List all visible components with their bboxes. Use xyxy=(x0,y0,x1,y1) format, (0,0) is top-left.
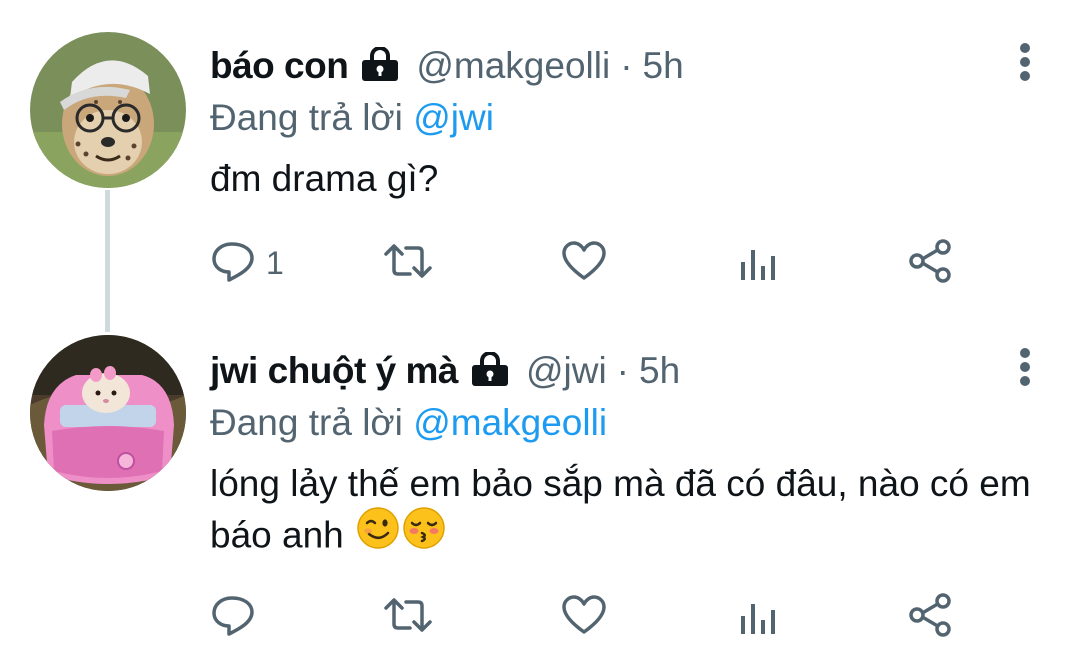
lock-icon xyxy=(470,350,510,395)
tweet-header: jwi chuột ý mà @jwi · 5h xyxy=(210,345,1040,397)
retweet-icon xyxy=(382,238,434,289)
reply-context: Đang trả lời @makgeolli xyxy=(210,397,1040,449)
share-button[interactable] xyxy=(907,592,953,642)
tweet-header: báo con @makgeolli · 5h xyxy=(210,40,1040,92)
views-button[interactable] xyxy=(738,238,778,288)
tweet-text: lóng lảy thế em bảo sắp mà đã có đâu, nà… xyxy=(210,459,1040,566)
reply-count: 1 xyxy=(266,244,284,281)
tweet-content: jwi chuột ý mà @jwi · 5h Đang trả lời @m… xyxy=(210,345,1040,566)
display-name[interactable]: jwi chuột ý mà xyxy=(210,350,458,392)
share-button[interactable] xyxy=(907,238,953,288)
reply-button[interactable] xyxy=(210,592,266,642)
reply-button[interactable]: 1 xyxy=(210,238,284,288)
like-button[interactable] xyxy=(560,238,608,288)
retweet-icon xyxy=(382,592,434,643)
tweet[interactable]: báo con @makgeolli · 5h Đang trả lời @jw… xyxy=(0,0,1080,332)
lock-icon xyxy=(360,45,400,90)
more-vertical-icon[interactable] xyxy=(1018,42,1032,87)
timestamp[interactable]: 5h xyxy=(639,350,680,392)
reply-icon xyxy=(210,592,256,643)
action-bar: 1 xyxy=(210,238,970,288)
tweet[interactable]: jwi chuột ý mà @jwi · 5h Đang trả lời @m… xyxy=(0,330,1080,646)
display-name[interactable]: báo con xyxy=(210,45,349,87)
like-button[interactable] xyxy=(560,592,608,642)
more-vertical-icon[interactable] xyxy=(1018,347,1032,392)
handle[interactable]: @jwi xyxy=(526,350,607,392)
avatar[interactable] xyxy=(30,32,186,188)
action-bar xyxy=(210,592,970,642)
timestamp[interactable]: 5h xyxy=(643,45,684,87)
like-icon xyxy=(560,238,608,289)
reply-prefix: Đang trả lời xyxy=(210,402,403,443)
tweet-text-body: lóng lảy thế em bảo sắp mà đã có đâu, nà… xyxy=(210,463,1031,556)
thread-connector xyxy=(105,190,110,332)
handle[interactable]: @makgeolli xyxy=(416,45,610,87)
tweet-text: đm drama gì? xyxy=(210,158,439,199)
reply-mention[interactable]: @jwi xyxy=(413,97,494,138)
winking-face-icon xyxy=(356,506,400,563)
separator: · xyxy=(620,45,633,86)
kissing-face-icon xyxy=(402,506,446,563)
views-icon xyxy=(738,592,778,643)
views-icon xyxy=(738,238,778,289)
reply-context: Đang trả lời @jwi xyxy=(210,92,1040,144)
reply-prefix: Đang trả lời xyxy=(210,97,403,138)
share-icon xyxy=(907,238,953,289)
retweet-button[interactable] xyxy=(382,238,434,288)
views-button[interactable] xyxy=(738,592,778,642)
avatar[interactable] xyxy=(30,335,186,491)
tweet-content: báo con @makgeolli · 5h Đang trả lời @jw… xyxy=(210,40,1040,204)
like-icon xyxy=(560,592,608,643)
retweet-button[interactable] xyxy=(382,592,434,642)
share-icon xyxy=(907,592,953,643)
separator: · xyxy=(616,350,629,391)
reply-mention[interactable]: @makgeolli xyxy=(413,402,607,443)
reply-icon xyxy=(210,238,256,289)
